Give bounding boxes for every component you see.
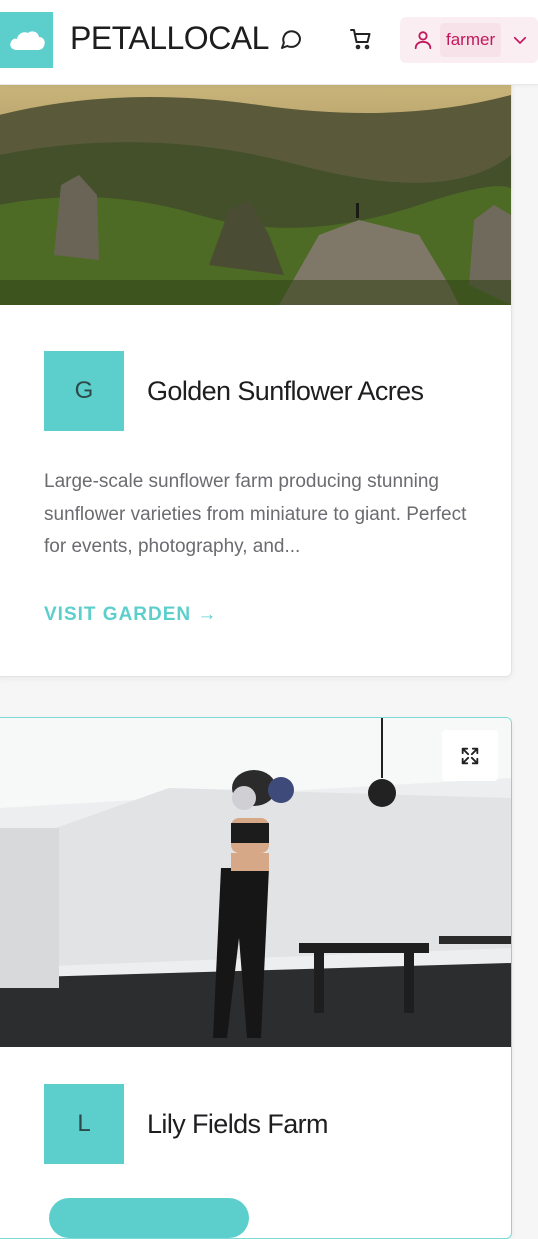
chat-icon[interactable] [278,26,304,52]
brand-name[interactable]: PETALLOCAL [70,20,269,57]
user-icon [414,31,432,50]
chevron-down-icon [513,36,527,44]
username-label: farmer [440,23,502,57]
cart-icon[interactable] [348,26,374,52]
expand-image-button[interactable] [442,730,498,781]
visit-garden-link[interactable]: VISIT GARDEN → [44,604,217,626]
logo[interactable] [0,12,53,68]
cloud-logo-icon [9,31,45,50]
garden-description: Large-scale sunflower farm producing stu… [44,471,467,557]
garden-avatar: L [44,1084,124,1164]
garden-title[interactable]: Golden Sunflower Acres [147,376,424,407]
user-menu-button[interactable]: farmer [400,17,538,63]
expand-icon [461,747,479,764]
garden-action-button[interactable] [49,1198,249,1238]
top-navbar: PETALLOCAL farmer [0,0,538,85]
garden-card[interactable]: G Golden Sunflower Acres Large-scale sun… [0,60,512,677]
garden-card[interactable]: L Lily Fields Farm [0,717,512,1239]
garden-avatar: G [44,351,124,431]
garden-image [0,85,511,305]
garden-title[interactable]: Lily Fields Farm [147,1109,329,1140]
garden-image [0,718,511,1047]
